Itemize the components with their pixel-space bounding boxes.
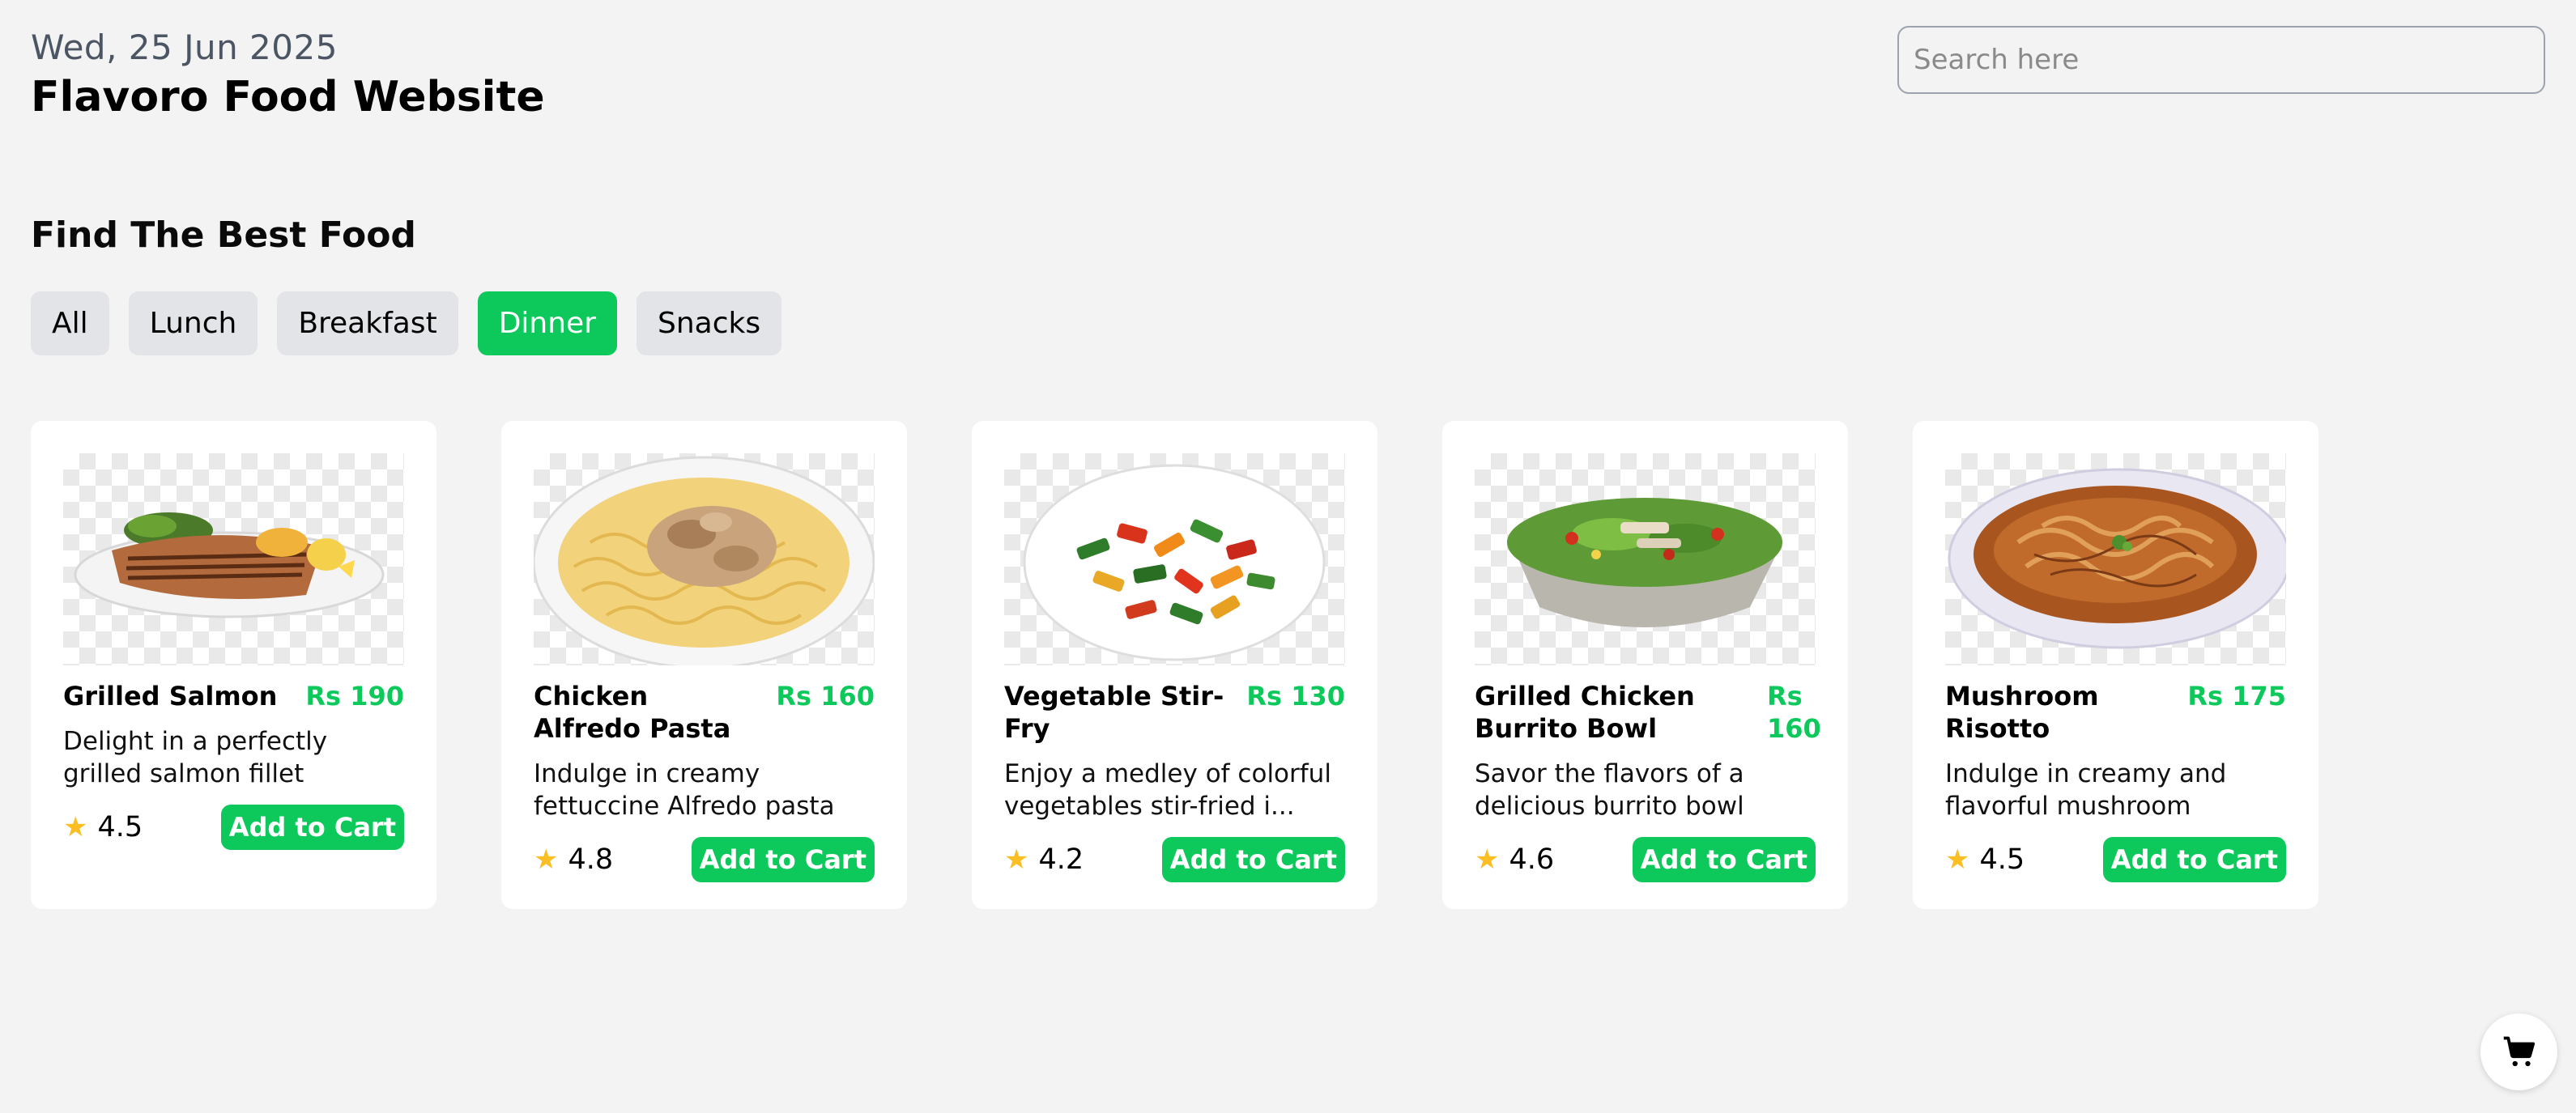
food-rating: ★ 4.8	[534, 843, 613, 876]
food-card: Mushroom Risotto Rs 175 Indulge in cream…	[1913, 421, 2318, 909]
food-price: Rs 160	[776, 681, 875, 712]
current-date: Wed, 25 Jun 2025	[31, 28, 338, 67]
rating-value: 4.2	[1038, 843, 1084, 876]
stir-fry-image	[1004, 453, 1345, 665]
food-card-list: Grilled Salmon Rs 190 Delight in a perfe…	[31, 421, 2318, 909]
add-to-cart-button[interactable]: Add to Cart	[1161, 837, 1345, 882]
food-card: Chicken Alfredo Pasta Rs 160 Indulge in …	[501, 421, 907, 909]
food-card: Vegetable Stir-Fry Rs 130 Enjoy a medley…	[972, 421, 1377, 909]
filter-lunch-button[interactable]: Lunch	[128, 291, 258, 355]
food-rating: ★ 4.5	[63, 811, 143, 843]
rating-value: 4.8	[568, 843, 614, 876]
food-name: Chicken Alfredo Pasta	[534, 681, 731, 744]
add-to-cart-button[interactable]: Add to Cart	[691, 837, 875, 882]
food-price: Rs 130	[1246, 681, 1345, 712]
food-description: Savor the flavors of a delicious burrito…	[1475, 759, 1744, 821]
mushroom-risotto-image	[1945, 453, 2286, 665]
food-description: Delight in a perfectly grilled salmon fi…	[63, 727, 328, 788]
food-name: Vegetable Stir-Fry	[1004, 681, 1224, 744]
cart-icon	[2503, 1036, 2535, 1066]
filter-dinner-button[interactable]: Dinner	[477, 291, 617, 355]
food-name: Mushroom Risotto	[1945, 681, 2099, 744]
food-description: Indulge in creamy fettuccine Alfredo pas…	[534, 759, 835, 821]
food-name: Grilled Salmon	[63, 681, 278, 712]
food-price: Rs 175	[2187, 681, 2286, 712]
site-title: Flavoro Food Website	[31, 73, 545, 121]
section-title: Find The Best Food	[31, 215, 416, 256]
food-rating: ★ 4.6	[1475, 843, 1554, 876]
star-icon: ★	[1945, 843, 1970, 876]
grilled-salmon-image	[63, 453, 404, 665]
rating-value: 4.6	[1509, 843, 1555, 876]
filter-breakfast-button[interactable]: Breakfast	[277, 291, 458, 355]
category-filters: All Lunch Breakfast Dinner Snacks	[31, 291, 782, 355]
food-price: Rs 190	[305, 681, 404, 712]
food-card: Grilled Chicken Burrito Bowl Rs 160 Savo…	[1442, 421, 1848, 909]
food-price: Rs 160	[1767, 681, 1821, 744]
add-to-cart-button[interactable]: Add to Cart	[220, 805, 404, 850]
food-name: Grilled Chicken Burrito Bowl	[1475, 681, 1695, 744]
star-icon: ★	[1475, 843, 1500, 876]
search-input[interactable]	[1897, 26, 2545, 94]
filter-snacks-button[interactable]: Snacks	[637, 291, 782, 355]
food-card: Grilled Salmon Rs 190 Delight in a perfe…	[31, 421, 436, 909]
food-description: Enjoy a medley of colorful vegetables st…	[1004, 759, 1331, 821]
alfredo-pasta-image	[534, 453, 875, 665]
rating-value: 4.5	[1979, 843, 2025, 876]
filter-all-button[interactable]: All	[31, 291, 109, 355]
star-icon: ★	[1004, 843, 1029, 876]
star-icon: ★	[534, 843, 559, 876]
food-rating: ★ 4.5	[1945, 843, 2025, 876]
food-rating: ★ 4.2	[1004, 843, 1084, 876]
floating-cart-button[interactable]	[2480, 1013, 2557, 1090]
add-to-cart-button[interactable]: Add to Cart	[2102, 837, 2286, 882]
food-description: Indulge in creamy and flavorful mushroom…	[1945, 759, 2227, 821]
add-to-cart-button[interactable]: Add to Cart	[1632, 837, 1816, 882]
page-header: Wed, 25 Jun 2025 Flavoro Food Website	[31, 24, 545, 123]
star-icon: ★	[63, 811, 88, 843]
burrito-bowl-image	[1475, 453, 1816, 665]
rating-value: 4.5	[97, 811, 143, 843]
